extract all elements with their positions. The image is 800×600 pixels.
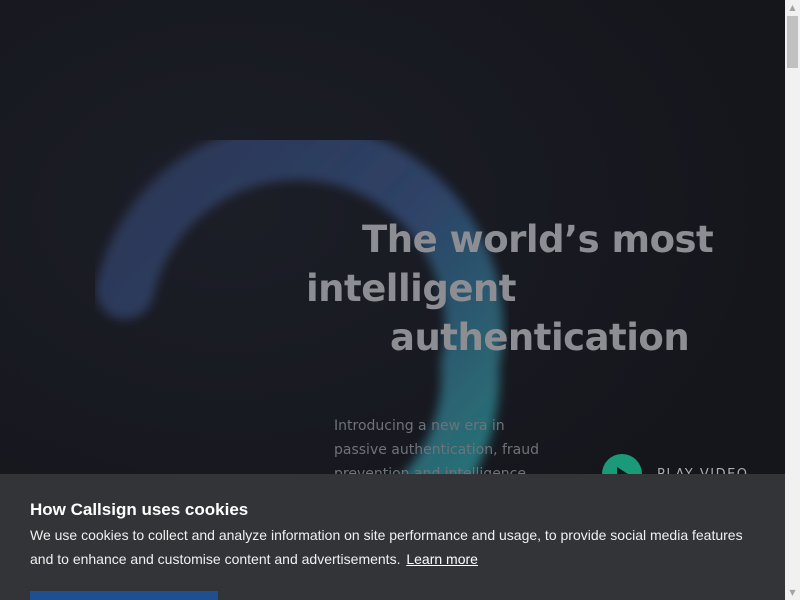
cookie-banner-text: We use cookies to collect and analyze in… [30, 523, 750, 571]
hero-title-line-2: intelligent [306, 267, 516, 310]
cookie-banner: How Callsign uses cookies We use cookies… [0, 474, 785, 600]
scroll-up-arrow-icon[interactable]: ▲ [785, 0, 800, 15]
cookie-banner-title: How Callsign uses cookies [30, 500, 249, 519]
vertical-scrollbar[interactable]: ▲ ▼ [785, 0, 800, 600]
accept-cookies-button[interactable] [30, 591, 218, 600]
page: The world’s most intelligent authenticat… [0, 0, 785, 600]
cookie-banner-body: We use cookies to collect and analyze in… [30, 527, 743, 567]
hero-title-line-3: authentication [390, 316, 690, 359]
scrollbar-thumb[interactable] [787, 16, 798, 68]
hero-title-line-1: The world’s most [362, 218, 714, 261]
scroll-down-arrow-icon[interactable]: ▼ [785, 585, 800, 600]
learn-more-link[interactable]: Learn more [406, 551, 478, 567]
hero-title: The world’s most intelligent authenticat… [300, 215, 760, 362]
